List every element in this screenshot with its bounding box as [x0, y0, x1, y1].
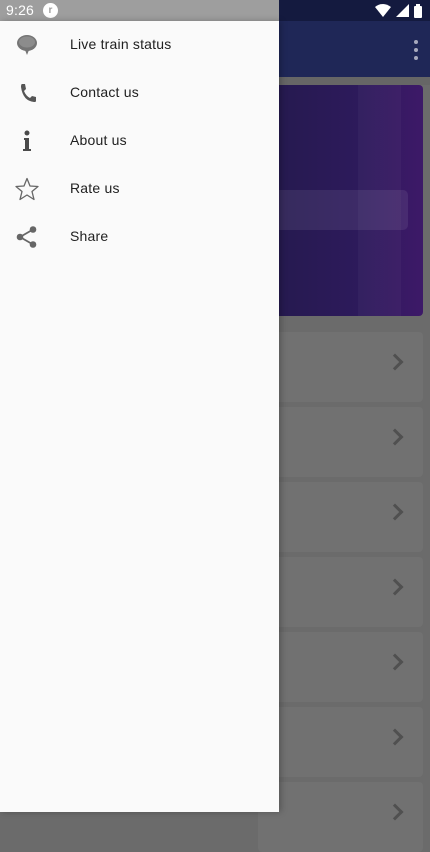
star-icon: [14, 177, 40, 201]
drawer-item-label: Contact us: [70, 84, 139, 100]
drawer-item-label: Rate us: [70, 180, 120, 196]
navigation-drawer: Live train status Contact us About us Ra…: [0, 21, 279, 812]
search-banner: [258, 85, 423, 316]
status-time: 9:26: [6, 2, 35, 18]
app-toolbar: [279, 21, 430, 77]
banner-input[interactable]: [258, 190, 408, 230]
drawer-item-contact-us[interactable]: Contact us: [0, 69, 279, 117]
drawer-item-about-us[interactable]: About us: [0, 117, 279, 165]
chevron-right-icon: [386, 578, 404, 596]
chevron-right-icon: [386, 653, 404, 671]
list-card[interactable]: [258, 632, 423, 702]
r-app-icon: r: [43, 3, 58, 18]
chevron-right-icon: [386, 803, 404, 821]
battery-icon: [414, 3, 422, 18]
drawer-item-share[interactable]: Share: [0, 213, 279, 261]
drawer-item-label: About us: [70, 132, 127, 148]
drawer-item-live-train-status[interactable]: Live train status: [0, 21, 279, 69]
drawer-item-label: Share: [70, 228, 109, 244]
list-card[interactable]: [258, 482, 423, 552]
list-card[interactable]: [258, 332, 423, 402]
chevron-right-icon: [386, 428, 404, 446]
list-card[interactable]: [258, 782, 423, 852]
status-bar-right: [279, 0, 430, 21]
share-icon: [14, 225, 40, 249]
phone-icon: [14, 81, 40, 105]
drawer-item-rate-us[interactable]: Rate us: [0, 165, 279, 213]
list-card[interactable]: [258, 707, 423, 777]
chevron-right-icon: [386, 728, 404, 746]
list-card[interactable]: [258, 557, 423, 627]
chevron-right-icon: [386, 353, 404, 371]
info-icon: [14, 129, 40, 153]
drawer-item-label: Live train status: [70, 36, 172, 52]
list-card[interactable]: [258, 407, 423, 477]
signal-icon: [396, 4, 409, 17]
overflow-menu-icon[interactable]: [414, 40, 418, 60]
status-bar: 9:26 r: [0, 0, 279, 21]
wifi-icon: [375, 4, 391, 17]
chevron-right-icon: [386, 503, 404, 521]
chat-bubble-icon: [14, 33, 40, 57]
